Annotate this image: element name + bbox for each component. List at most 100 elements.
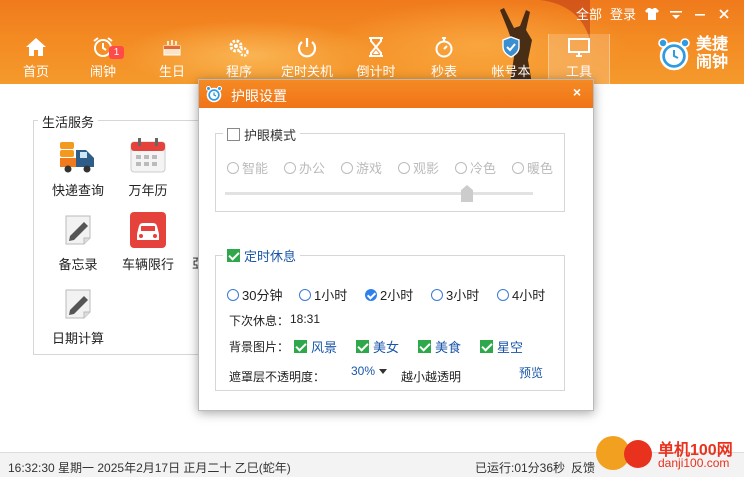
bg-option-starry[interactable]: 星空 [480, 337, 523, 356]
minimize-icon[interactable] [692, 7, 708, 21]
memo-pencil-icon [65, 215, 91, 245]
alarm-clock-icon [206, 86, 222, 103]
preview-link[interactable]: 预览 [519, 364, 543, 381]
radio-icon [227, 288, 239, 301]
timed-rest-label: 定时休息 [244, 249, 297, 264]
radio-icon [512, 161, 524, 174]
service-label: 日期计算 [51, 331, 104, 346]
gears-icon [229, 39, 249, 57]
bg-option-food[interactable]: 美食 [418, 337, 461, 356]
menu-icon[interactable] [668, 7, 684, 21]
shirt-icon[interactable] [644, 7, 660, 21]
date-calc-icon [65, 289, 91, 319]
alarm-badge: 1 [109, 46, 124, 59]
bg-label: 风景 [311, 340, 338, 355]
mode-option-office[interactable]: 办公 [284, 158, 325, 177]
app-header: 全部 登录 首页 1 闹钟 生日 程序 定时关机 倒计时 秒表 帐号本 工具 美… [0, 0, 744, 84]
eye-mode-checkbox[interactable] [227, 128, 240, 141]
next-rest-label: 下次休息： [229, 314, 290, 328]
mode-option-warm[interactable]: 暖色 [512, 158, 553, 177]
nav-alarm[interactable]: 1 闹钟 [71, 34, 135, 84]
service-date-calc[interactable]: 日期计算 [43, 284, 113, 347]
bg-option-scenery[interactable]: 风景 [294, 337, 337, 356]
radio-icon [497, 288, 509, 301]
rest-label: 30分钟 [242, 288, 283, 303]
nav-programs[interactable]: 程序 [207, 34, 271, 84]
timed-rest-legend: 定时休息 [223, 246, 301, 265]
rest-option-4h[interactable]: 4小时 [497, 285, 545, 304]
nav-label: 工具 [565, 64, 592, 79]
chevron-down-icon [379, 368, 388, 374]
radio-icon [284, 161, 296, 174]
nav-birthday[interactable]: 生日 [140, 34, 204, 84]
watermark-logo-icon-2 [624, 440, 652, 468]
mode-option-cool[interactable]: 冷色 [455, 158, 496, 177]
service-label: 备忘录 [58, 257, 98, 272]
service-memo[interactable]: 备忘录 [43, 210, 113, 273]
mode-option-movie[interactable]: 观影 [398, 158, 439, 177]
service-calendar[interactable]: 万年历 [113, 136, 183, 199]
service-vehicle-restriction[interactable]: 车辆限行 [113, 210, 183, 273]
mode-label: 智能 [242, 161, 269, 176]
opacity-dropdown[interactable]: 30% [351, 364, 388, 378]
nav-shutdown[interactable]: 定时关机 [275, 34, 339, 84]
rest-option-30min[interactable]: 30分钟 [227, 285, 282, 304]
bg-option-beauty[interactable]: 美女 [356, 337, 399, 356]
feedback-link[interactable]: 反馈 [571, 459, 595, 476]
site-watermark: 单机100网 danji100.com [596, 436, 744, 477]
rest-label: 1小时 [314, 288, 348, 303]
nav-label: 程序 [225, 64, 252, 79]
mode-label: 办公 [299, 161, 326, 176]
service-express-query[interactable]: 快递查询 [43, 136, 113, 199]
watermark-url: danji100.com [658, 456, 730, 470]
nav-label: 首页 [22, 64, 49, 79]
dialog-titlebar[interactable]: 护眼设置 × [199, 80, 593, 108]
close-icon[interactable] [716, 7, 732, 21]
rest-option-2h[interactable]: 2小时 [365, 285, 413, 304]
timed-rest-checkbox[interactable] [227, 249, 240, 262]
rest-option-1h[interactable]: 1小时 [299, 285, 347, 304]
nav-tools[interactable]: 工具 [548, 34, 610, 84]
mode-label: 暖色 [527, 161, 554, 176]
brand-clock-icon [658, 38, 690, 71]
bg-label: 美食 [435, 340, 462, 355]
radio-icon [341, 161, 353, 174]
nav-countdown[interactable]: 倒计时 [344, 34, 408, 84]
radio-checked-icon [365, 288, 377, 301]
dialog-close-button[interactable]: × [573, 84, 581, 100]
car-icon [130, 212, 166, 248]
nav-account-book[interactable]: 帐号本 [479, 34, 543, 84]
checkbox-checked-icon [418, 340, 431, 353]
brand-name: 美捷 闹钟 [696, 36, 728, 72]
radio-icon [455, 161, 467, 174]
bg-label: 星空 [497, 340, 524, 355]
opacity-value: 30% [351, 364, 376, 378]
dialog-title: 护眼设置 [231, 88, 287, 104]
eye-mode-legend: 护眼模式 [223, 125, 301, 144]
delivery-truck-icon [60, 142, 94, 173]
mode-option-game[interactable]: 游戏 [341, 158, 382, 177]
status-running-time: 已运行:01分36秒 [475, 461, 566, 475]
nav-stopwatch[interactable]: 秒表 [412, 34, 476, 84]
opacity-label: 遮罩层不透明度： [229, 370, 326, 384]
status-datetime: 16:32:30 星期一 2025年2月17日 正月二十 乙巳(蛇年) [8, 461, 291, 475]
nav-label: 闹钟 [89, 64, 116, 79]
power-icon [297, 38, 317, 58]
nav-home[interactable]: 首页 [4, 34, 68, 84]
nav-label: 倒计时 [356, 64, 396, 79]
color-slider-track[interactable] [225, 192, 533, 195]
rest-label: 2小时 [380, 288, 414, 303]
all-link[interactable]: 全部 [576, 4, 602, 23]
mode-option-smart[interactable]: 智能 [227, 158, 268, 177]
mode-label: 冷色 [470, 161, 497, 176]
bg-image-label: 背景图片： [229, 340, 290, 354]
login-link[interactable]: 登录 [610, 4, 636, 23]
nav-label: 定时关机 [280, 64, 333, 79]
rest-option-3h[interactable]: 3小时 [431, 285, 479, 304]
nav-label: 秒表 [430, 64, 457, 79]
brand-line1: 美捷 [696, 36, 729, 53]
service-label: 万年历 [128, 183, 168, 198]
monitor-icon [568, 38, 590, 57]
mode-label: 游戏 [356, 161, 383, 176]
eye-care-dialog: 护眼设置 × 护眼模式 智能 办公 游戏 观影 冷色 暖色 定时休息 30分钟 … [198, 79, 594, 411]
